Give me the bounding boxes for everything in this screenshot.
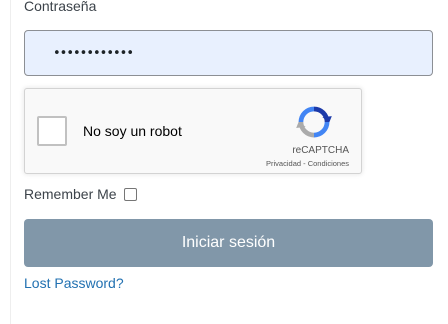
recaptcha-brand: reCAPTCHA xyxy=(292,145,349,156)
login-button[interactable]: Iniciar sesión xyxy=(24,219,433,267)
recaptcha-label: No soy un robot xyxy=(83,123,182,139)
recaptcha-checkbox[interactable] xyxy=(37,116,67,146)
recaptcha-privacy-link[interactable]: Privacidad xyxy=(266,159,301,168)
recaptcha-terms-link[interactable]: Condiciones xyxy=(308,159,349,168)
remember-me-checkbox[interactable] xyxy=(123,187,137,201)
password-label: Contraseña xyxy=(24,0,97,14)
remember-me-row: Remember Me xyxy=(24,186,137,202)
password-field[interactable] xyxy=(24,30,433,76)
recaptcha-links: Privacidad - Condiciones xyxy=(266,159,349,168)
left-divider xyxy=(10,0,11,324)
recaptcha-link-separator: - xyxy=(301,159,308,168)
recaptcha-logo-icon xyxy=(296,106,332,138)
remember-me-label: Remember Me xyxy=(24,186,117,202)
login-form: Contraseña No soy un robot reCAPTCHA Pri… xyxy=(0,0,448,324)
recaptcha-widget: No soy un robot reCAPTCHA Privacidad - C… xyxy=(24,88,362,174)
lost-password-link[interactable]: Lost Password? xyxy=(24,275,124,291)
